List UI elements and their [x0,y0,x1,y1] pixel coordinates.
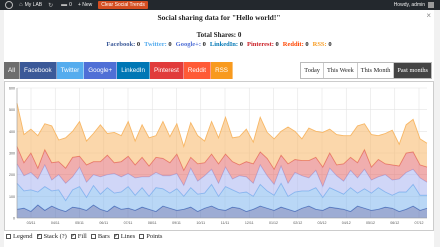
admin-bar: ⌂ My LAB ↻ ▬ 0 + New Clear Social Trends H… [0,0,440,10]
x-tick-label: 06/12 [390,221,399,225]
network-count-value: 0 [305,41,309,48]
network-count-label: Twitter: [144,41,169,48]
x-tick-label: 09/11 [172,221,181,225]
site-name-link[interactable]: ⌂ My LAB [16,0,45,10]
network-count-1: Twitter: 0 [144,41,172,48]
total-shares: Total Shares: 0 [196,31,242,39]
checkbox-icon[interactable]: ✓ [70,234,76,239]
network-count-5: Reddit: 0 [283,41,309,48]
option-legend[interactable]: Legend [6,233,33,240]
stacked-area-chart: 0 100 200 300 400 500 600 03/11 04/11 05/11 06/11 0… [9,87,428,225]
x-tick-label: 07/12 [415,221,424,225]
checkbox-icon[interactable] [6,234,11,239]
network-count-value: 0 [275,41,279,48]
y-tick-label: 600 [9,87,15,91]
x-tick-label: 08/11 [148,221,157,225]
range-button-this-week[interactable]: This Week [323,63,358,78]
x-tick-label: 04/11 [51,221,60,225]
network-count-value: 0 [202,41,206,48]
y-tick-label: 300 [9,152,15,156]
clear-trends-link[interactable]: Clear Social Trends [95,0,151,10]
avatar [428,2,434,8]
option-label: Points [146,233,163,240]
filter-button-facebook[interactable]: Facebook [20,62,57,79]
filter-button-linkedin[interactable]: LinkedIn [117,62,150,79]
range-button-today[interactable]: Today [301,63,324,78]
chart-options: Legend ✓ Stack (?) ✓ Fill Bars ✓ Lines Points [6,233,166,240]
option-label: Lines [120,233,136,240]
network-count-label: Pinterest: [246,41,276,48]
wordpress-logo-icon[interactable] [0,0,16,10]
x-tick-label: 02/12 [293,221,302,225]
chart-area: 0 100 200 300 400 500 600 03/11 04/11 05/11 06/11 0… [4,81,434,231]
option-fill[interactable]: ✓ Fill [70,233,87,240]
option-stack[interactable]: ✓ Stack (?) [36,233,67,240]
home-icon: ⌂ [19,2,23,8]
checkbox-icon[interactable] [90,234,96,239]
x-tick-label: 10/11 [196,221,205,225]
comment-icon: ▬ [61,2,68,8]
y-tick-label: 500 [9,108,15,112]
checkbox-icon[interactable] [139,234,145,239]
range-filter-bar: Today This Week This Month Past months [300,62,432,79]
network-count-value: 0 [136,41,141,48]
x-tick-label: 05/12 [366,221,375,225]
filter-button-twitter[interactable]: Twitter [56,62,85,79]
social-trends-panel: Social sharing data for "Hello world!" ×… [4,10,434,247]
filter-button-rss[interactable]: RSS [211,62,234,79]
panel-title: Social sharing data for "Hello world!" [157,13,281,22]
x-tick-label: 05/11 [75,221,84,225]
x-tick-label: 03/11 [27,221,36,225]
network-count-0: Facebook: 0 [106,41,140,48]
option-label: Fill [77,233,87,240]
network-count-4: Pinterest: 0 [247,41,279,48]
network-count-label: Google+: [175,41,203,48]
option-label: Bars [97,233,110,240]
y-tick-label: 400 [9,130,15,134]
option-bars[interactable]: Bars [90,233,110,240]
network-count-value: 0 [239,41,243,48]
network-filter-bar: All Facebook Twitter Google+ LinkedIn Pintere… [4,62,234,79]
option-label: Legend [13,233,33,240]
network-count-value: 0 [168,41,172,48]
range-button-past-months[interactable]: Past months [394,63,431,78]
range-button-this-month[interactable]: This Month [357,63,395,78]
option-lines[interactable]: ✓ Lines [113,233,136,240]
network-counts: Facebook: 0 Twitter: 0 Google+: 0 LinkedIn:… [4,41,434,48]
x-tick-label: 07/11 [124,221,133,225]
y-tick-label: 0 [13,217,15,221]
network-count-label: Facebook: [106,41,137,48]
option-label: Stack (?) [43,233,67,240]
network-count-label: Reddit: [282,41,306,48]
filter-button-google[interactable]: Google+ [84,62,118,79]
y-tick-label: 100 [9,195,15,199]
comments-link[interactable]: ▬ 0 [58,0,75,10]
checkbox-icon[interactable]: ✓ [36,234,42,239]
y-tick-label: 200 [9,173,15,177]
network-count-6: RSS: 0 [313,41,332,48]
updates-link[interactable]: ↻ [45,0,58,10]
checkbox-icon[interactable]: ✓ [113,234,119,239]
x-tick-label: 01/12 [269,221,278,225]
x-tick-label: 06/11 [99,221,108,225]
network-count-2: Google+: 0 [176,41,206,48]
refresh-icon: ↻ [48,2,54,9]
x-tick-label: 03/12 [318,221,327,225]
x-tick-label: 04/12 [342,221,351,225]
network-count-label: LinkedIn: [209,41,240,48]
filter-button-all[interactable]: All [4,62,20,79]
x-tick-label: 12/11 [245,221,254,225]
filter-button-reddit[interactable]: Reddit [183,62,212,79]
close-icon[interactable]: × [426,11,431,20]
network-count-label: RSS: [312,41,329,48]
network-count-value: 0 [328,41,332,48]
account-menu[interactable]: Howdy, admin [391,0,440,10]
x-tick-label: 11/11 [221,221,229,225]
option-points[interactable]: Points [139,233,162,240]
new-content-link[interactable]: + New [75,0,95,10]
filter-button-pinterest[interactable]: Pinterest [150,62,184,79]
network-count-3: LinkedIn: 0 [210,41,243,48]
